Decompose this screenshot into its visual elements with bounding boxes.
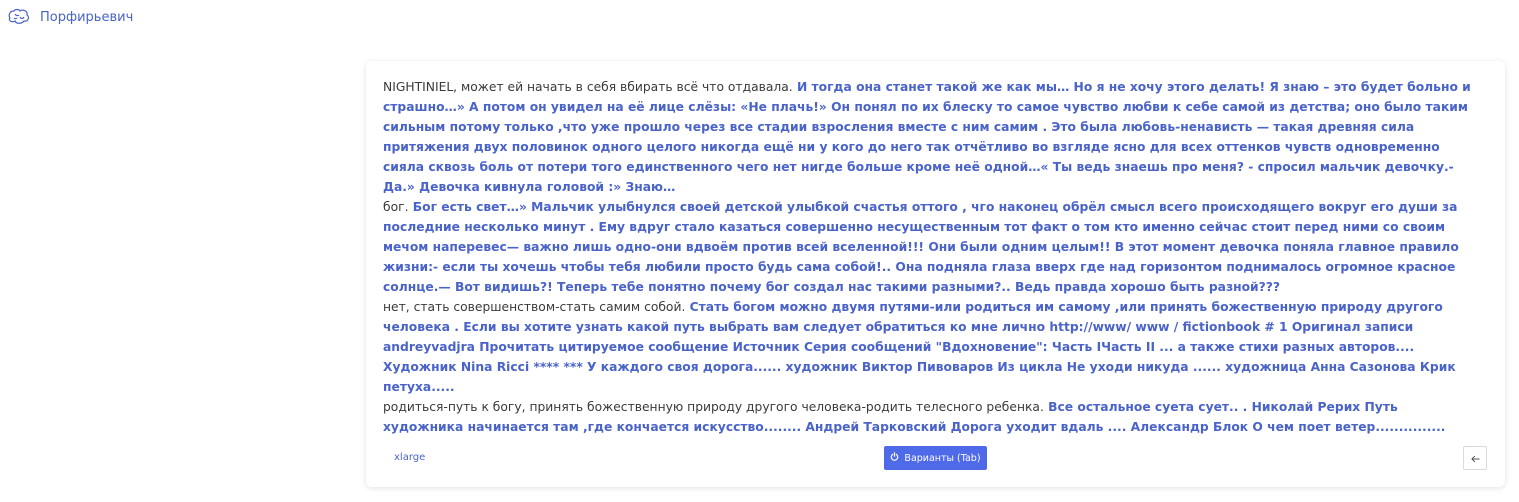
arrow-left-icon	[1470, 451, 1480, 466]
editor-card: NIGHTINIEL, может ей начать в себя вбира…	[366, 61, 1505, 487]
story-paragraph: нет, стать совершенством-стать самим соб…	[383, 297, 1473, 397]
variants-button-label: Варианты (Tab)	[904, 452, 981, 464]
variants-button[interactable]: Варианты (Tab)	[884, 446, 987, 470]
back-button[interactable]	[1463, 446, 1487, 470]
story-text-editor[interactable]: NIGHTINIEL, может ей начать в себя вбира…	[383, 77, 1473, 437]
editor-footer: xlarge Варианты (Tab)	[366, 444, 1505, 472]
generated-text: Стать богом можно двумя путями-или родит…	[383, 300, 1456, 394]
power-icon	[890, 452, 899, 464]
story-paragraph: NIGHTINIEL, может ей начать в себя вбира…	[383, 77, 1473, 197]
header: Порфирьевич	[0, 0, 133, 34]
user-text: NIGHTINIEL, может ей начать в себя вбира…	[383, 80, 793, 94]
user-text: родиться-путь к богу, принять божественн…	[383, 400, 1044, 414]
user-text: бог.	[383, 200, 409, 214]
story-paragraph: бог. Бог есть свет…» Мальчик улыбнулся с…	[383, 197, 1473, 297]
brain-icon[interactable]	[6, 7, 32, 27]
story-paragraph: родиться-путь к богу, принять божественн…	[383, 397, 1473, 437]
generated-text: Бог есть свет…» Мальчик улыбнулся своей …	[383, 200, 1459, 294]
brand-name[interactable]: Порфирьевич	[40, 10, 133, 25]
generated-text: И тогда она станет такой же как мы… Но я…	[383, 80, 1471, 194]
model-size-label[interactable]: xlarge	[394, 452, 425, 463]
user-text: нет, стать совершенством-стать самим соб…	[383, 300, 686, 314]
